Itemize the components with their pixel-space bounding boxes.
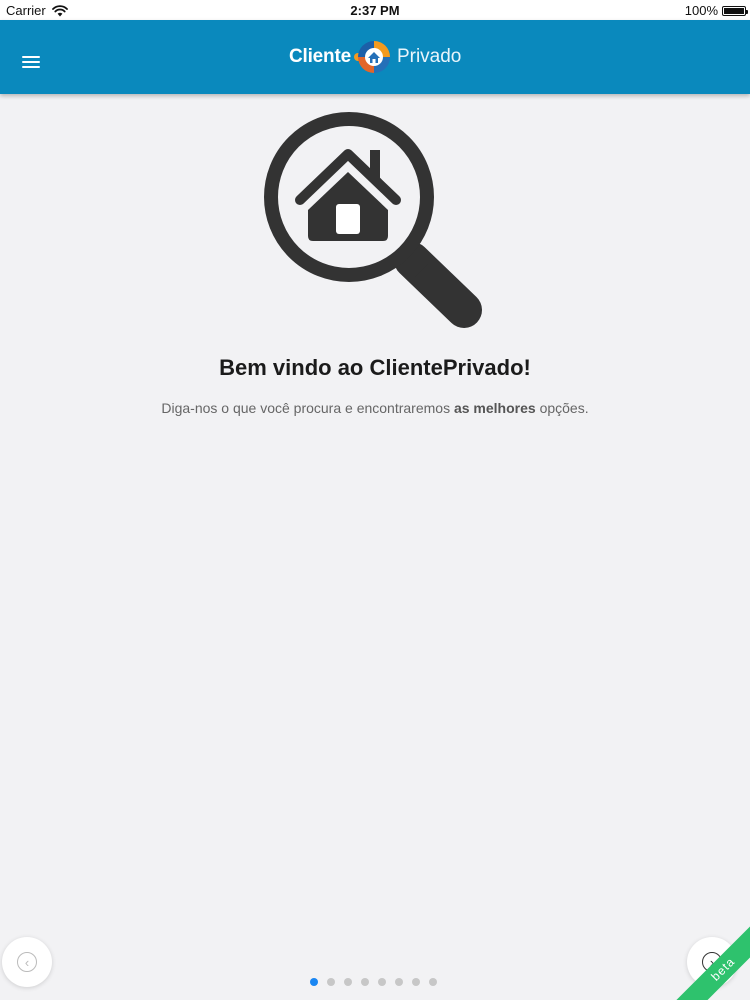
logo-text-privado: Privado [396,46,462,67]
logo-text-cliente: Cliente [289,46,351,67]
logo-house-icon [353,41,390,73]
status-time: 2:37 PM [350,3,400,18]
hamburger-menu-icon [18,56,44,68]
page-dot[interactable] [310,978,318,986]
subtitle-text-end: opções. [535,400,589,416]
page-dot[interactable] [378,978,386,986]
status-bar: Carrier 2:37 PM 100% [0,0,750,20]
app-header: Cliente Privado [0,20,750,94]
battery-percent: 100% [684,3,718,18]
page-dot[interactable] [412,978,420,986]
subtitle-text-bold: as melhores [453,400,536,416]
page-dot[interactable] [327,978,335,986]
page-dot[interactable] [429,978,437,986]
subtitle-text-start: Diga-nos o que você procura e encontrare… [161,400,454,416]
page-dot[interactable] [395,978,403,986]
menu-button[interactable] [18,53,44,77]
app-screen: Carrier 2:37 PM 100% Cliente Privado Bem… [0,0,750,1000]
chevron-left-icon: ‹ [17,952,37,972]
page-dot[interactable] [361,978,369,986]
app-logo: Cliente Privado [289,40,461,74]
previous-page-button[interactable]: ‹ [2,937,52,987]
status-right: 100% [684,3,748,18]
welcome-title: Bem vindo ao ClientePrivado! [219,355,531,380]
page-indicator [310,978,437,986]
battery-icon [722,5,748,16]
battery-fill [724,7,744,14]
welcome-subtitle: Diga-nos o que você procura e encontrare… [0,400,750,416]
page-dot[interactable] [344,978,352,986]
house-magnifier-icon [264,112,482,328]
